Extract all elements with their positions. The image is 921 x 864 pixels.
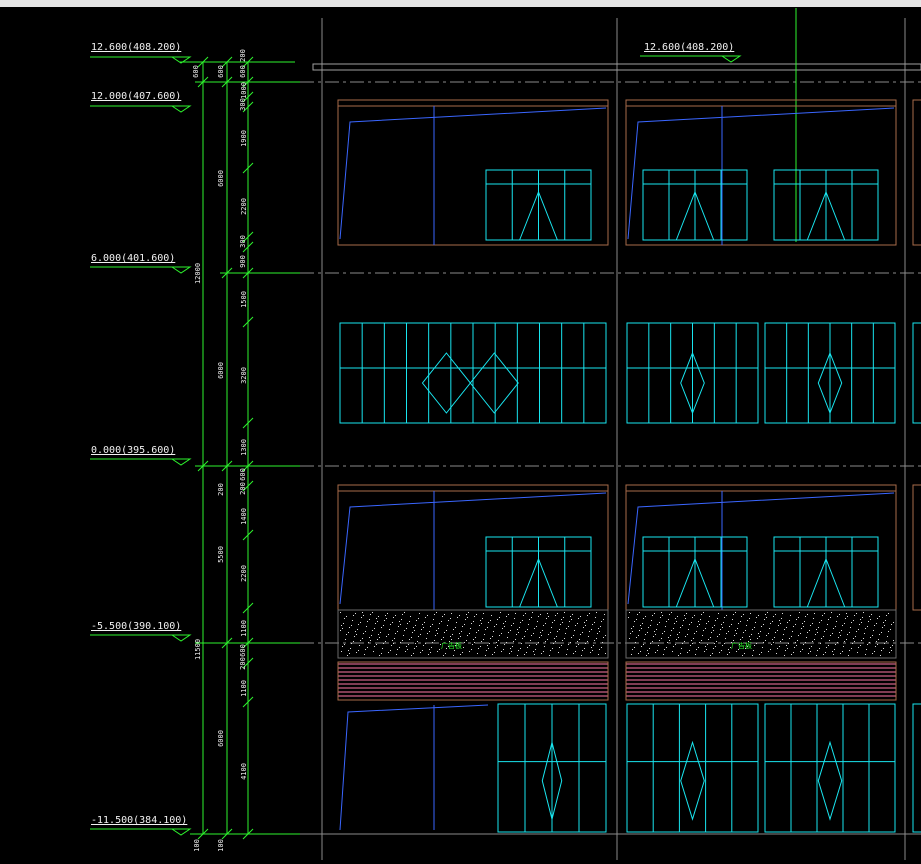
shopfront-edge xyxy=(912,703,921,833)
slope-ground-0 xyxy=(339,704,489,831)
dim-inner-300: 300 xyxy=(238,98,247,111)
dim-mid-200: 200 xyxy=(216,483,225,496)
shopfront-1a-diamond-0 xyxy=(680,740,705,821)
shopfront-1a xyxy=(626,703,759,833)
room-upper-1 xyxy=(625,99,897,246)
room-upper-0 xyxy=(337,99,609,246)
elevation-drawing[interactable] xyxy=(0,0,921,864)
room-lower-0 xyxy=(337,484,609,611)
glazing-mid-0-diamond-1 xyxy=(469,352,519,414)
room-lower-1-slope xyxy=(627,492,895,605)
dim-mid-5500: 5500 xyxy=(216,546,225,563)
glazing-mid-edge xyxy=(912,322,921,424)
dim-bottom-100b: 100 xyxy=(216,839,225,852)
room-upper-1-slope xyxy=(627,107,895,240)
dim-bottom-100a: 100 xyxy=(192,839,201,852)
dim-inner-1900: 1900 xyxy=(239,130,248,147)
dim-mid-600: 600 xyxy=(216,65,225,78)
dim-inner-1500: 1500 xyxy=(239,291,248,308)
room-upper-0-slope xyxy=(339,107,607,240)
dim-mid-6000b: 6000 xyxy=(216,362,225,379)
dim-inner-2200: 2200 xyxy=(239,198,248,215)
dim-inner-600: 600 xyxy=(238,65,247,78)
dim-outer-600: 600 xyxy=(191,65,200,78)
sign-tag-1: 广告板 xyxy=(441,642,462,650)
dim-inner-300b: 300 xyxy=(238,235,247,248)
dim-inner-600c: 600 xyxy=(238,468,247,481)
grid-lines xyxy=(300,18,921,860)
elevation-label-top: 12.600(408.200) xyxy=(91,42,182,53)
dim-outer-11500: 11500 xyxy=(194,638,203,661)
dim-inner-2200c: 2200 xyxy=(239,565,248,582)
elevation-label-m115: -11.500(384.100) xyxy=(91,815,188,826)
elevation-label-top-right: 12.600(408.200) xyxy=(644,42,735,53)
dim-outer-12000: 12000 xyxy=(194,262,203,285)
dim-inner-1300: 1300 xyxy=(239,439,248,456)
dim-inner-1100d: 1100 xyxy=(239,680,248,697)
elevation-label-0: 0.000(395.600) xyxy=(91,445,176,456)
dim-inner-200c: 200 xyxy=(238,482,247,495)
shopfront-1b-diamond-0 xyxy=(817,740,843,821)
dim-mid-6000c: 6000 xyxy=(216,730,225,747)
elevation-label-m55: -5.500(390.100) xyxy=(91,621,182,632)
sign-tag-2: 广告板 xyxy=(731,642,752,650)
dim-mid-6000a: 6000 xyxy=(216,170,225,187)
glazing-mid-0-diamond-0 xyxy=(421,352,471,414)
dim-inner-600d: 600 xyxy=(238,644,247,657)
dim-inner-4100: 4100 xyxy=(239,763,248,780)
room-upper-edge xyxy=(912,99,921,246)
dim-inner-3200: 3200 xyxy=(239,367,248,384)
shopfront-1b xyxy=(764,703,896,833)
dim-inner-200: 200 xyxy=(238,49,247,62)
sign-band-1 xyxy=(625,609,897,659)
dim-inner-1400: 1400 xyxy=(239,508,248,525)
dim-inner-1100: 1100 xyxy=(239,620,248,637)
elevation-label-6: 6.000(401.600) xyxy=(91,253,176,264)
dim-inner-900: 900 xyxy=(238,255,247,268)
dim-inner-1000: 1000 xyxy=(239,82,248,99)
room-lower-edge xyxy=(912,484,921,611)
room-lower-1 xyxy=(625,484,897,611)
dim-inner-200d: 200 xyxy=(238,657,247,670)
elevation-label-12: 12.000(407.600) xyxy=(91,91,182,102)
room-lower-0-slope xyxy=(339,492,607,605)
